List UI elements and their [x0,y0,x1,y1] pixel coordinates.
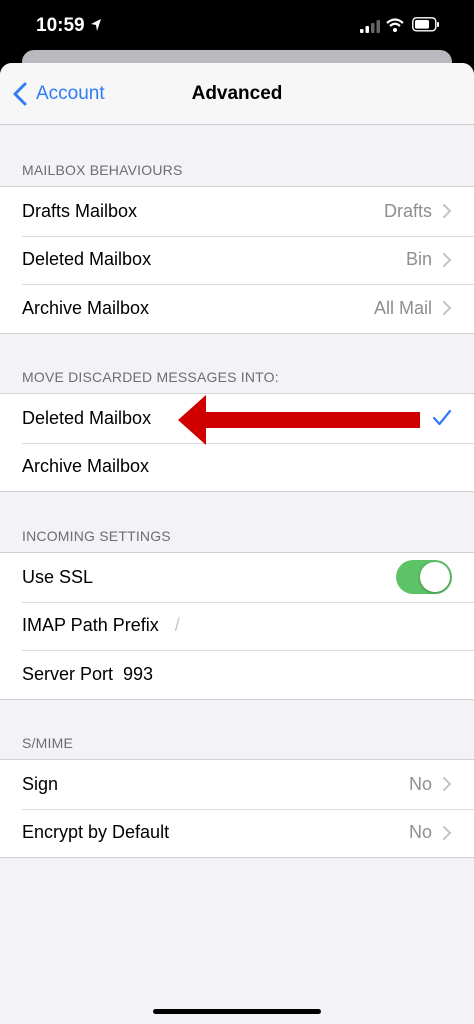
use-ssl-toggle[interactable] [396,560,452,595]
location-arrow-icon [91,19,101,31]
section-header-mailbox-behaviours: MAILBOX BEHAVIOURS [22,162,183,178]
sign-row[interactable]: Sign No [0,760,474,809]
status-bar: 10:59 [0,0,474,52]
server-port-row[interactable]: Server Port 993 [0,650,474,699]
section-header-incoming-settings: INCOMING SETTINGS [22,528,171,544]
section-header-smime: S/MIME [22,735,73,751]
home-indicator [153,1009,321,1014]
chevron-right-icon [443,301,452,316]
use-ssl-row: Use SSL [0,553,474,602]
smime-group: Sign No Encrypt by Default No [0,759,474,858]
status-time: 10:59 [36,15,85,36]
mailbox-behaviours-group: Drafts Mailbox Drafts Deleted Mailbox Bi… [0,186,474,334]
imap-path-prefix-row[interactable]: IMAP Path Prefix / [0,601,474,651]
battery-icon [412,17,439,32]
annotation-arrow-icon [178,395,420,445]
row-label: Archive Mailbox [22,297,150,318]
cellular-signal-icon [360,20,380,33]
chevron-right-icon [443,777,452,792]
archive-mailbox-row[interactable]: Archive Mailbox All Mail [0,284,474,333]
navigation-bar: Account Advanced [0,63,474,125]
row-label: Encrypt by Default [22,822,170,843]
row-label: IMAP Path Prefix [22,615,159,636]
row-label: Deleted Mailbox [22,407,152,428]
advanced-settings-sheet: Account Advanced MAILBOX BEHAVIOURS Draf… [0,63,474,1024]
row-label: Server Port [22,663,114,684]
checkmark-icon [432,410,452,426]
deleted-mailbox-row[interactable]: Deleted Mailbox Bin [0,235,474,285]
server-port-field[interactable]: 993 [123,664,153,685]
page-title: Advanced [191,83,283,104]
imap-path-prefix-field[interactable]: / [175,615,180,636]
row-label: Deleted Mailbox [22,249,152,270]
row-value: Bin [405,249,432,270]
row-value: No [408,822,432,843]
discard-to-archive-mailbox-option[interactable]: Archive Mailbox [0,442,474,492]
chevron-right-icon [443,204,452,219]
row-value: All Mail [373,297,432,318]
row-value: Drafts [383,200,432,221]
row-label: Sign [22,773,59,794]
drafts-mailbox-row[interactable]: Drafts Mailbox Drafts [0,187,474,236]
wifi-icon [386,18,404,32]
toggle-knob [420,562,450,593]
chevron-right-icon [443,825,452,840]
row-label: Archive Mailbox [22,456,150,477]
incoming-settings-group: Use SSL IMAP Path Prefix / Server Port 9… [0,552,474,700]
row-value: No [408,773,432,794]
row-label: Use SSL [22,566,94,587]
section-header-move-discarded: MOVE DISCARDED MESSAGES INTO: [22,369,279,385]
encrypt-by-default-row[interactable]: Encrypt by Default No [0,808,474,858]
chevron-right-icon [443,252,452,267]
row-label: Drafts Mailbox [22,200,138,221]
